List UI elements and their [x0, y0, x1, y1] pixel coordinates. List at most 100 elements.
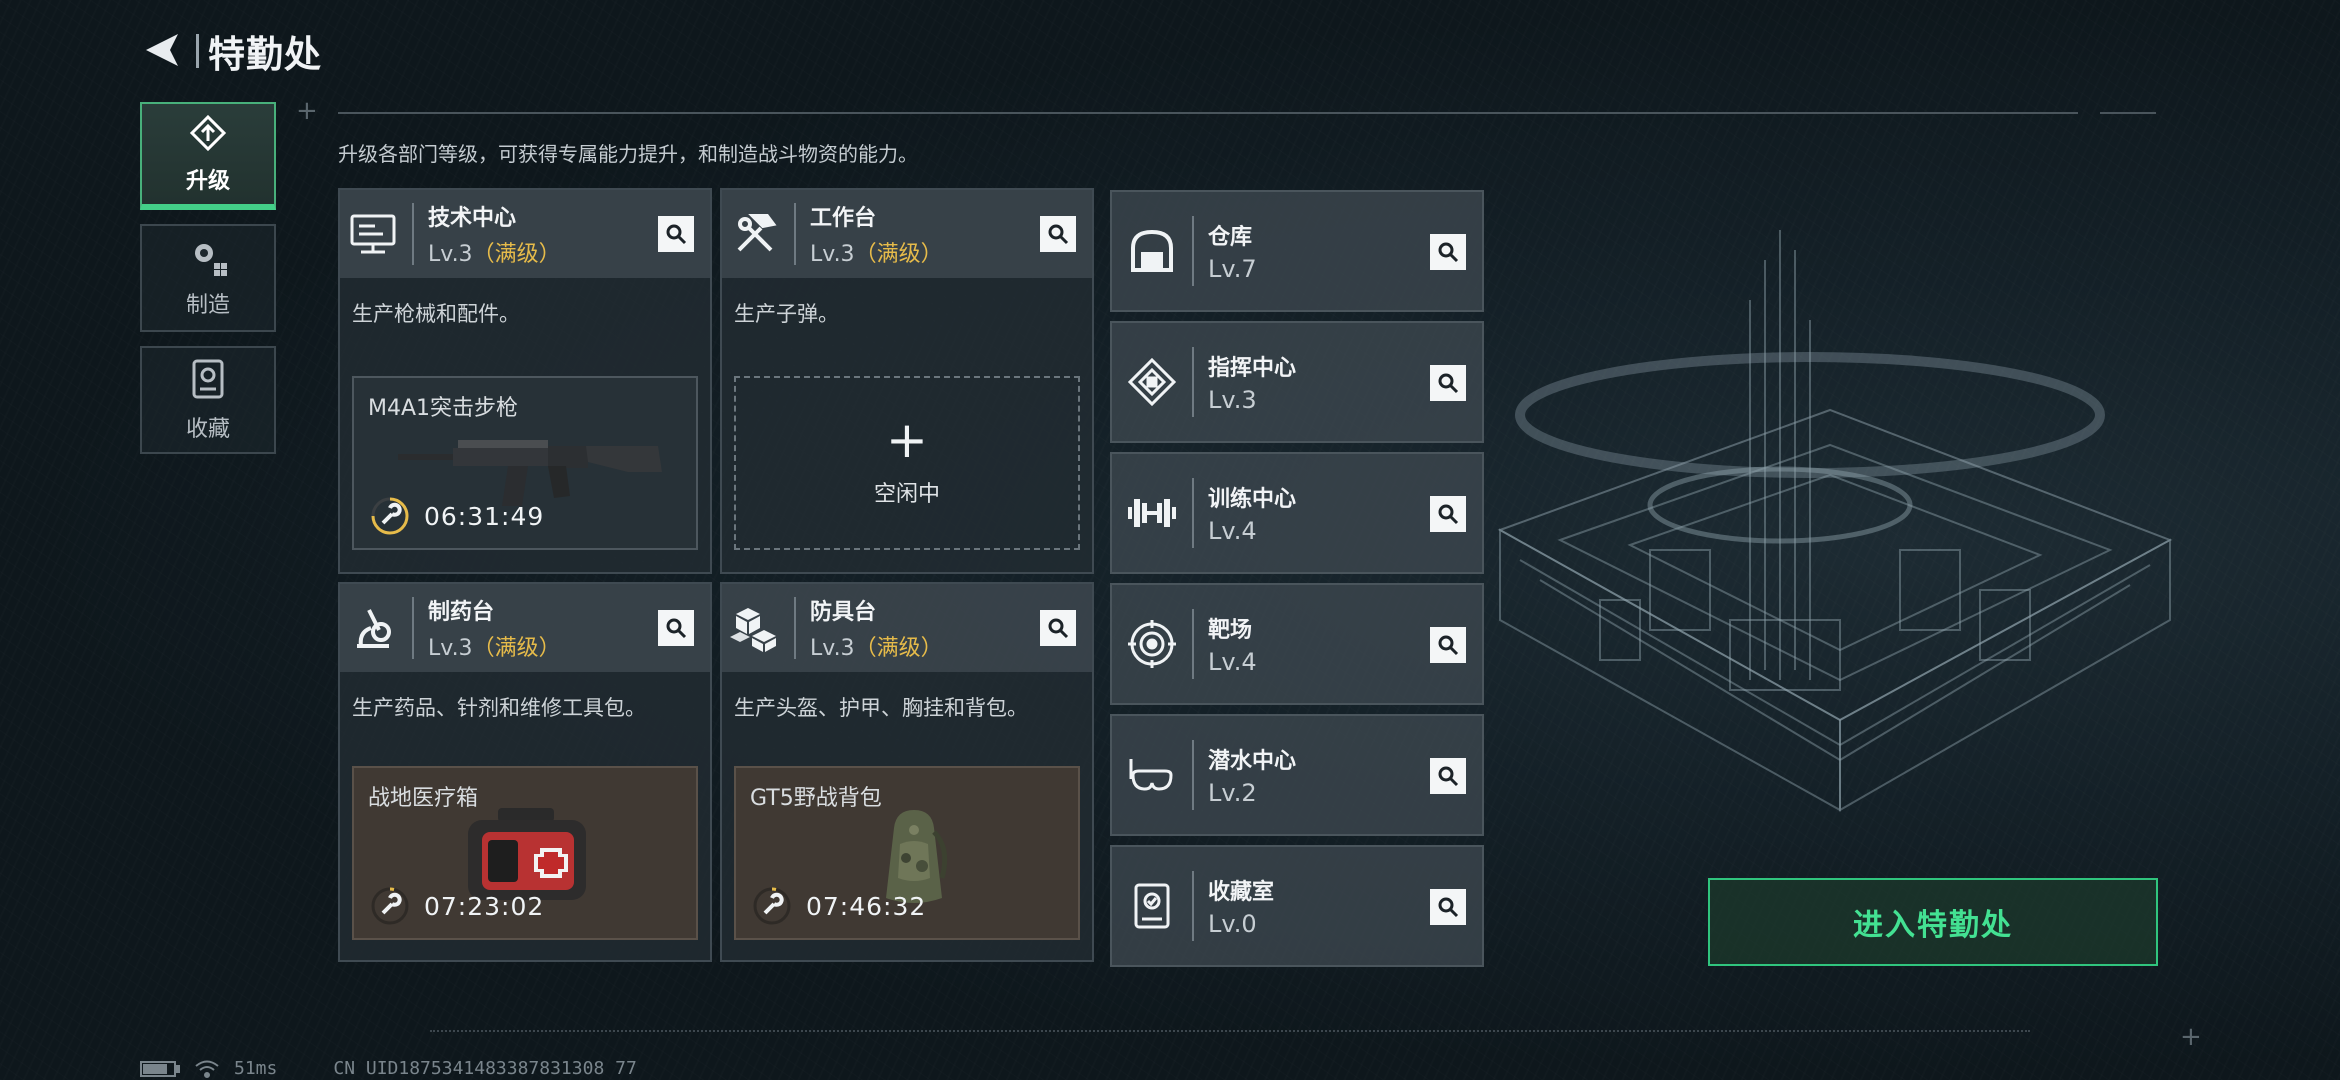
- building-level: Lv.2: [1208, 779, 1257, 807]
- building-level: Lv.0: [1208, 910, 1257, 938]
- building-level: Lv.7: [1208, 255, 1257, 283]
- search-button[interactable]: [1430, 889, 1466, 925]
- building-level: Lv.3（满级）: [428, 636, 561, 661]
- status-bar: 51ms CN UID1875341483387831308 77: [140, 1058, 637, 1079]
- nav-craft[interactable]: 制造: [140, 224, 276, 332]
- building-name: 技术中心: [428, 206, 517, 231]
- building-level: Lv.3（满级）: [810, 636, 943, 661]
- production-timer: 07:46:32: [752, 886, 926, 926]
- production-slot[interactable]: GT5野战背包 07:46:32: [734, 766, 1080, 940]
- production-timer: 07:23:02: [370, 886, 544, 926]
- search-button[interactable]: [1040, 610, 1076, 646]
- production-slot[interactable]: 战地医疗箱 07:23:02: [352, 766, 698, 940]
- search-icon: [1438, 635, 1459, 656]
- header-separator: [412, 597, 414, 659]
- ping-value: 51ms: [234, 1058, 278, 1079]
- search-button[interactable]: [1430, 234, 1466, 270]
- wrench-timer-icon: [371, 887, 409, 925]
- back-arrow-icon: [146, 34, 178, 66]
- building-name: 制药台: [428, 600, 495, 625]
- production-slot[interactable]: M4A1突击步枪 06:31:49: [352, 376, 698, 550]
- battery-icon: [140, 1060, 180, 1077]
- microscope-icon: [357, 609, 391, 648]
- card-header: 工作台 Lv.3（满级）: [722, 190, 1092, 278]
- search-button[interactable]: [1040, 216, 1076, 252]
- nav-collection[interactable]: 收藏: [140, 346, 276, 454]
- search-icon: [1438, 766, 1459, 787]
- building-name: 指挥中心: [1208, 356, 1297, 381]
- search-button[interactable]: [1430, 758, 1466, 794]
- back-button[interactable]: [140, 28, 192, 72]
- card-pharmacy[interactable]: 制药台 Lv.3（满级） 生产药品、针剂和维修工具包。 战地医疗箱 07:23:…: [338, 582, 712, 962]
- building-wireframe: [1497, 230, 2173, 812]
- header-separator: [794, 203, 796, 265]
- wrench-timer-icon: [371, 497, 409, 535]
- nav-upgrade-label: 升级: [185, 169, 230, 194]
- card-diving-center[interactable]: 潜水中心 Lv.2: [1110, 714, 1484, 836]
- card-armor-bench[interactable]: 防具台 Lv.3（满级） 生产头盔、护甲、胸挂和背包。 GT5野战背包 07:4…: [720, 582, 1094, 962]
- search-button[interactable]: [658, 216, 694, 252]
- search-button[interactable]: [1430, 496, 1466, 532]
- upgrade-icon: [189, 114, 227, 152]
- card-header: 防具台 Lv.3（满级）: [722, 584, 1092, 672]
- header-separator: [412, 203, 414, 265]
- computer-icon: [350, 214, 396, 254]
- enter-special-ops-button[interactable]: 进入特勤处: [1708, 878, 2158, 966]
- header-separator: [1192, 609, 1194, 679]
- search-icon: [1048, 224, 1069, 245]
- nav-collection-label: 收藏: [185, 417, 230, 442]
- corner-cross: +: [296, 96, 318, 126]
- gear-icon: [195, 244, 227, 276]
- card-shooting-range[interactable]: 靶场 Lv.4: [1110, 583, 1484, 705]
- search-icon: [1438, 897, 1459, 918]
- product-name: GT5野战背包: [750, 786, 882, 811]
- card-workbench[interactable]: 工作台 Lv.3（满级） 生产子弹。 + 空闲中: [720, 188, 1094, 574]
- search-icon: [666, 224, 687, 245]
- header-separator: [1192, 740, 1194, 810]
- search-button[interactable]: [1430, 365, 1466, 401]
- target-icon: [1128, 620, 1176, 668]
- search-icon: [1438, 242, 1459, 263]
- building-name: 靶场: [1208, 618, 1253, 643]
- card-command-center[interactable]: 指挥中心 Lv.3: [1110, 321, 1484, 443]
- building-name: 仓库: [1208, 225, 1253, 250]
- building-level: Lv.4: [1208, 648, 1257, 676]
- header-separator: [1192, 216, 1194, 286]
- side-nav: 升级 制造 收藏: [140, 102, 276, 468]
- footer-divider: [430, 1030, 2030, 1032]
- title-separator: [196, 34, 199, 68]
- idle-slot[interactable]: + 空闲中: [734, 376, 1080, 550]
- nav-craft-label: 制造: [185, 293, 230, 318]
- building-name: 训练中心: [1208, 487, 1297, 512]
- header-separator: [1192, 347, 1194, 417]
- plus-icon: +: [886, 411, 928, 469]
- card-collection-room[interactable]: 收藏室 Lv.0: [1110, 845, 1484, 967]
- search-icon: [1048, 618, 1069, 639]
- production-timer: 06:31:49: [370, 496, 544, 536]
- card-training-center[interactable]: 训练中心 Lv.4: [1110, 452, 1484, 574]
- header-separator: [794, 597, 796, 659]
- corner-cross: +: [2180, 1022, 2202, 1052]
- nav-upgrade[interactable]: 升级: [140, 102, 276, 210]
- search-icon: [1438, 504, 1459, 525]
- header-separator: [1192, 478, 1194, 548]
- building-level: Lv.3（满级）: [428, 242, 561, 267]
- page-description: 升级各部门等级，可获得专属能力提升，和制造战斗物资的能力。: [338, 142, 918, 166]
- header-separator: [1192, 871, 1194, 941]
- command-icon: [1128, 358, 1176, 406]
- card-warehouse[interactable]: 仓库 Lv.7: [1110, 190, 1484, 312]
- product-name: M4A1突击步枪: [368, 396, 519, 421]
- dumbbell-icon: [1128, 499, 1176, 527]
- card-tech-center[interactable]: 技术中心 Lv.3（满级） 生产枪械和配件。 M4A1突击步枪 06:31:49: [338, 188, 712, 574]
- cubes-icon: [730, 608, 776, 652]
- building-name: 潜水中心: [1208, 749, 1297, 774]
- wifi-icon: [195, 1060, 219, 1078]
- search-button[interactable]: [658, 610, 694, 646]
- search-button[interactable]: [1430, 627, 1466, 663]
- divider-line-right: [2100, 112, 2156, 114]
- building-description: 生产枪械和配件。: [352, 302, 520, 326]
- building-level: Lv.3（满级）: [810, 242, 943, 267]
- collection-icon: [192, 359, 224, 399]
- building-description: 生产药品、针剂和维修工具包。: [352, 696, 646, 720]
- enter-button-label: 进入特勤处: [1853, 908, 2013, 943]
